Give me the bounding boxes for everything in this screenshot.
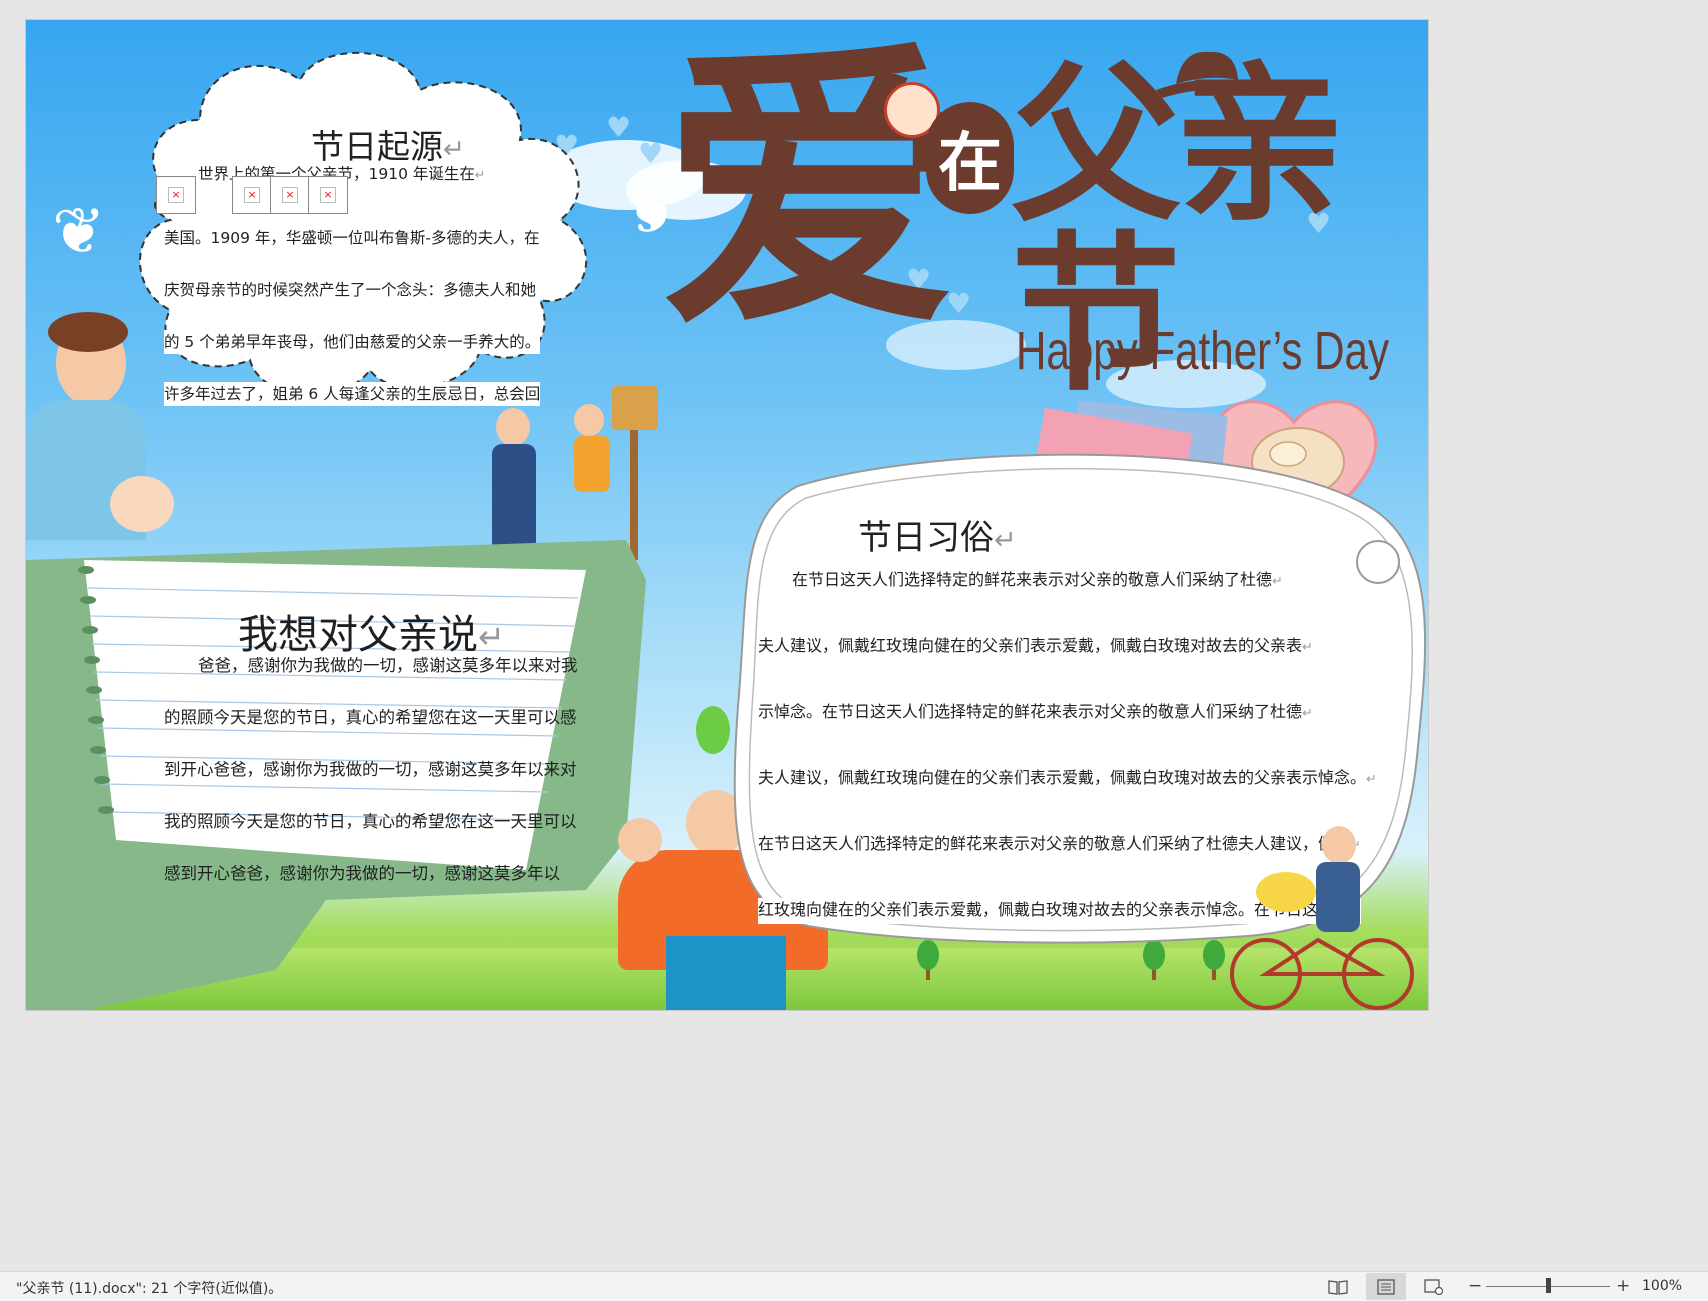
broken-image-placeholder[interactable]: × (270, 176, 310, 214)
paragraph-mark: ↵ (1302, 706, 1313, 721)
child-head-left (618, 818, 662, 862)
broken-image-placeholder[interactable]: × (232, 176, 272, 214)
cyclist-body (1316, 862, 1360, 932)
customs-line-4: 夫人建议，佩戴红玫瑰向健在的父亲们表示爱戴，佩戴白玫瑰对故去的父亲表示悼念。↵ (758, 766, 1377, 792)
bicycle-icon (1230, 937, 1414, 1010)
zoom-out-button[interactable]: − (1468, 1276, 1482, 1296)
broken-image-icon: × (244, 187, 260, 203)
hat-icon (1156, 51, 1258, 98)
origin-heading: 节日起源↵ (311, 120, 465, 168)
print-layout-icon[interactable] (1366, 1273, 1406, 1300)
origin-line-3: 庆贺母亲节的时候突然产生了一个念头：多德夫人和她 (164, 278, 537, 302)
customs-line-5: 在节日这天人们选择特定的鲜花来表示对父亲的敬意人们采纳了杜德夫人建议，佩戴↵ (758, 832, 1361, 858)
birdhouse (612, 386, 658, 430)
broken-image-placeholder[interactable]: × (308, 176, 348, 214)
flowers-bouquet (1256, 872, 1316, 912)
zoom-in-button[interactable]: + (1616, 1276, 1630, 1296)
customs-line-5-text: 在节日这天人们选择特定的鲜花来表示对父亲的敬意人们采纳了杜德夫人建议，佩戴 (758, 834, 1351, 853)
document-canvas[interactable]: ♥ ♥ ♥ ♥ ♥ ♥ ♥ 爱 在 父亲节 Happy Father’s Day… (0, 0, 1708, 1271)
broken-image-placeholder[interactable]: × (156, 176, 196, 214)
message-line-4: 我的照顾今天是您的节日，真心的希望您在这一天里可以 (164, 812, 577, 831)
girl-head (574, 404, 604, 436)
document-word-count[interactable]: "父亲节 (11).docx": 21 个字符(近似值)。 (16, 1278, 282, 1298)
paragraph-mark: ↵ (1366, 772, 1377, 787)
customs-heading: 节日习俗↵ (858, 510, 1017, 559)
customs-line-3-text: 示悼念。在节日这天人们选择特定的鲜花来表示对父亲的敬意人们采纳了杜德 (758, 702, 1303, 721)
dad-jeans (666, 936, 786, 1010)
zoom-slider-thumb[interactable] (1545, 1278, 1551, 1293)
customs-heading-text: 节日习俗 (858, 518, 994, 558)
read-mode-icon[interactable] (1318, 1273, 1358, 1300)
customs-line-2: 夫人建议，佩戴红玫瑰向健在的父亲们表示爱戴，佩戴白玫瑰对故去的父亲表↵ (758, 634, 1313, 660)
right-wing-icon: ❦ (624, 175, 678, 249)
man-head (496, 408, 530, 446)
paragraph-mark: ↵ (478, 618, 505, 656)
customs-line-2-text: 夫人建议，佩戴红玫瑰向健在的父亲们表示爱戴，佩戴白玫瑰对故去的父亲表 (758, 636, 1303, 655)
message-heading: 我想对父亲说↵ (238, 602, 505, 660)
paragraph-mark: ↵ (443, 134, 466, 165)
girl-dress (574, 436, 610, 492)
word-application: ♥ ♥ ♥ ♥ ♥ ♥ ♥ 爱 在 父亲节 Happy Father’s Day… (0, 0, 1708, 1301)
paragraph-mark: ↵ (994, 525, 1017, 556)
balloon (696, 706, 730, 754)
message-line-1: 爸爸，感谢你为我做的一切，感谢这莫多年以来对我 (198, 656, 578, 675)
origin-heading-text: 节日起源 (311, 127, 443, 166)
title-zai-character: 在 (926, 102, 1014, 214)
customs-line-1: 在节日这天人们选择特定的鲜花来表示对父亲的敬意人们采纳了杜德↵ (792, 568, 1283, 594)
title-english: Happy Father’s Day (1016, 321, 1390, 381)
father-hair (48, 312, 128, 352)
zoom-level[interactable]: 100% (1642, 1278, 1682, 1294)
origin-line-4: 的 5 个弟弟早年丧母，他们由慈爱的父亲一手养大的。 (164, 330, 541, 354)
message-line-5: 感到开心爸爸，感谢你为我做的一切，感谢这莫多年以 (164, 864, 560, 883)
heart-icon: ♥ (638, 137, 664, 170)
broken-image-icon: × (320, 187, 336, 203)
message-heading-text: 我想对父亲说 (238, 612, 478, 658)
baby-head (110, 476, 174, 532)
message-line-3: 到开心爸爸，感谢你为我做的一切，感谢这莫多年以来对 (164, 760, 577, 779)
cyclist-head (1322, 826, 1356, 864)
paragraph-mark: ↵ (1302, 640, 1313, 655)
origin-line-5: 许多年过去了，姐弟 6 人每逢父亲的生辰忌日，总会回 (164, 382, 541, 406)
paragraph-mark: ↵ (474, 167, 486, 182)
status-bar: "父亲节 (11).docx": 21 个字符(近似值)。 − + 100% (0, 1271, 1708, 1301)
web-layout-icon[interactable] (1414, 1273, 1454, 1300)
origin-line-2: 美国。1909 年，华盛顿一位叫布鲁斯-多德的夫人，在 (164, 226, 540, 250)
flower-icon (1356, 540, 1400, 584)
broken-image-icon: × (168, 187, 184, 203)
left-wing-icon: ❦ (52, 195, 106, 269)
customs-line-1-text: 在节日这天人们选择特定的鲜花来表示对父亲的敬意人们采纳了杜德 (792, 570, 1273, 589)
customs-line-4-text: 夫人建议，佩戴红玫瑰向健在的父亲们表示爱戴，佩戴白玫瑰对故去的父亲表示悼念。 (758, 768, 1367, 787)
message-line-2: 的照顾今天是您的节日，真心的希望您在这一天里可以感 (164, 708, 577, 727)
paragraph-mark: ↵ (1272, 574, 1283, 589)
customs-line-3: 示悼念。在节日这天人们选择特定的鲜花来表示对父亲的敬意人们采纳了杜德↵ (758, 700, 1313, 726)
broken-image-icon: × (282, 187, 298, 203)
document-page[interactable]: ♥ ♥ ♥ ♥ ♥ ♥ ♥ 爱 在 父亲节 Happy Father’s Day… (26, 20, 1428, 1010)
